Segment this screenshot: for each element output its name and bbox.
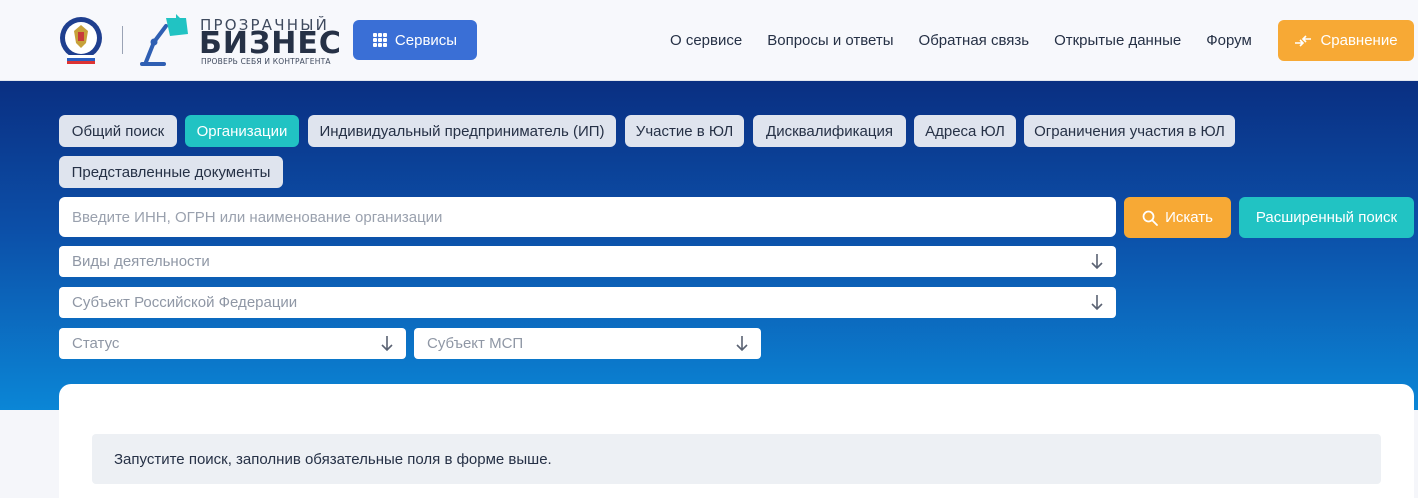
tab-participation[interactable]: Участие в ЮЛ: [625, 115, 744, 147]
nav-forum[interactable]: Форум: [1206, 32, 1252, 49]
page: ПРОЗРАЧНЫЙ БИЗНЕС ПРОВЕРЬ СЕБЯ И КОНТРАГ…: [0, 0, 1418, 498]
compare-label: Сравнение: [1320, 32, 1398, 49]
logo-divider: [122, 26, 123, 54]
search-icon: [1142, 210, 1158, 226]
status-select[interactable]: Статус: [59, 328, 406, 359]
services-button[interactable]: Сервисы: [353, 20, 477, 60]
brand-title: БИЗНЕС: [199, 26, 342, 61]
services-label: Сервисы: [394, 31, 458, 49]
advanced-search-button[interactable]: Расширенный поиск: [1239, 197, 1414, 238]
nav-open-data[interactable]: Открытые данные: [1054, 32, 1181, 49]
arrow-down-icon: [381, 336, 393, 352]
search-notice: Запустите поиск, заполнив обязательные п…: [92, 434, 1381, 484]
arrow-down-icon: [1091, 254, 1103, 270]
tab-disqualification[interactable]: Дисквалификация: [753, 115, 906, 147]
tab-individual-entrepreneur[interactable]: Индивидуальный предприниматель (ИП): [308, 115, 616, 147]
tab-restrictions[interactable]: Ограничения участия в ЮЛ: [1024, 115, 1235, 147]
fns-emblem-icon[interactable]: [58, 15, 104, 65]
lamp-logo-icon[interactable]: [136, 14, 192, 66]
arrow-down-icon: [736, 336, 748, 352]
top-nav: О сервисе Вопросы и ответы Обратная связ…: [670, 0, 1277, 81]
tab-organizations[interactable]: Организации: [185, 115, 299, 147]
header: ПРОЗРАЧНЫЙ БИЗНЕС ПРОВЕРЬ СЕБЯ И КОНТРАГ…: [0, 0, 1418, 81]
search-button[interactable]: Искать: [1124, 197, 1231, 238]
nav-about[interactable]: О сервисе: [670, 32, 742, 49]
search-input[interactable]: [59, 197, 1116, 237]
grid-icon: [372, 33, 387, 47]
tab-addresses[interactable]: Адреса ЮЛ: [914, 115, 1016, 147]
arrow-down-icon: [1091, 295, 1103, 311]
region-select-label: Субъект Российской Федерации: [72, 294, 298, 311]
compare-icon: [1295, 34, 1312, 47]
region-select[interactable]: Субъект Российской Федерации: [59, 287, 1116, 318]
msp-select[interactable]: Субъект МСП: [414, 328, 761, 359]
activity-select-label: Виды деятельности: [72, 253, 210, 270]
nav-faq[interactable]: Вопросы и ответы: [767, 32, 893, 49]
tab-general-search[interactable]: Общий поиск: [59, 115, 177, 147]
brand-tagline: ПРОВЕРЬ СЕБЯ И КОНТРАГЕНТА: [201, 57, 331, 66]
activity-select[interactable]: Виды деятельности: [59, 246, 1116, 277]
status-select-label: Статус: [72, 335, 120, 352]
compare-button[interactable]: Сравнение: [1278, 20, 1414, 61]
nav-feedback[interactable]: Обратная связь: [919, 32, 1030, 49]
msp-select-label: Субъект МСП: [427, 335, 524, 352]
search-button-label: Искать: [1165, 209, 1213, 226]
tab-documents[interactable]: Представленные документы: [59, 156, 283, 188]
